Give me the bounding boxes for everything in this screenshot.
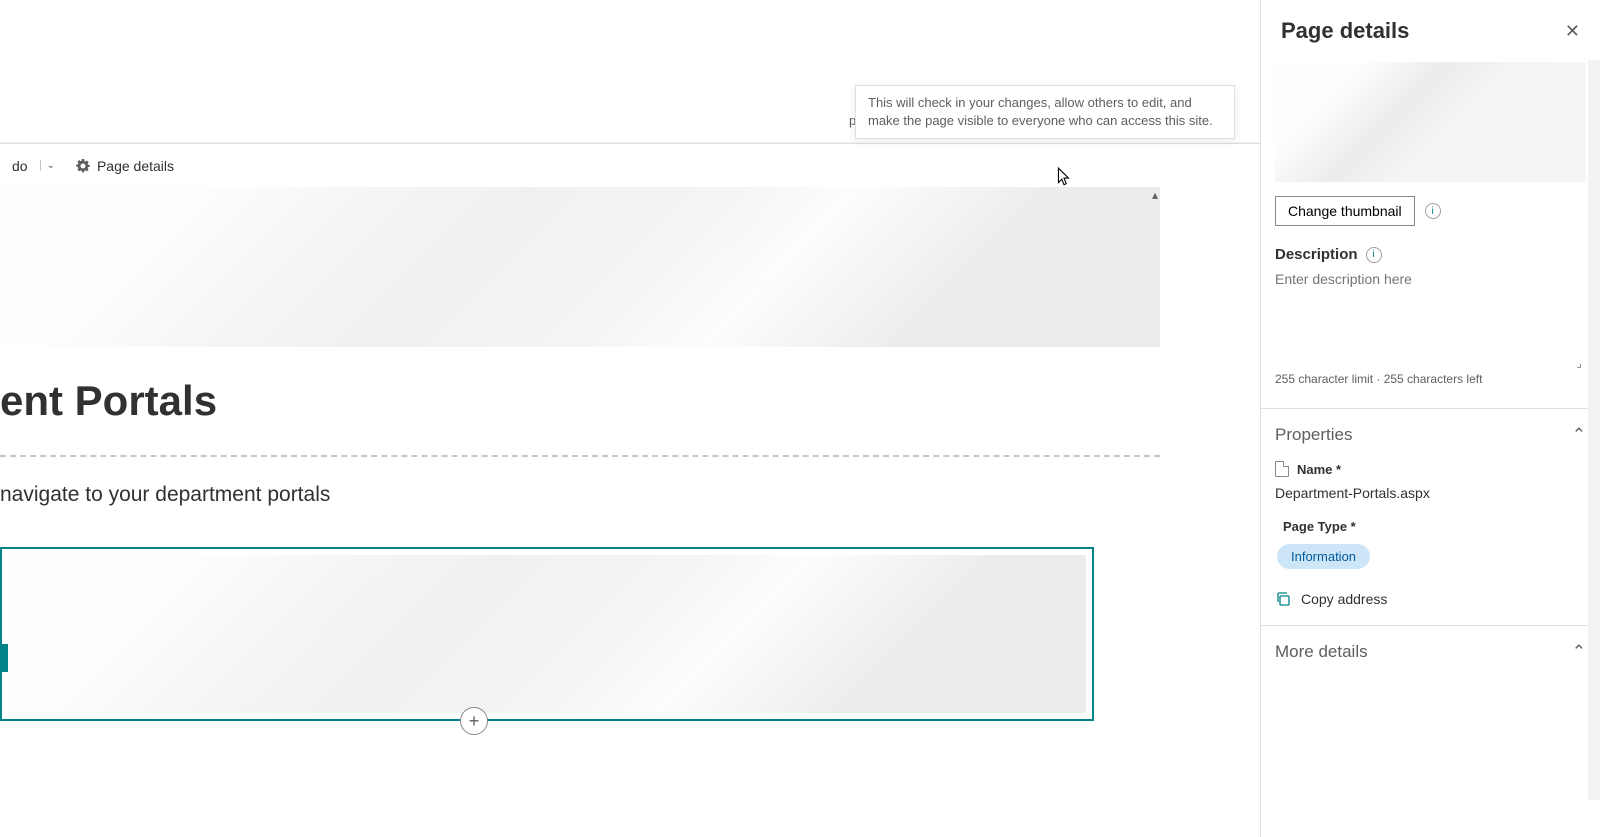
more-details-label: More details <box>1275 642 1368 662</box>
gear-icon <box>75 158 91 174</box>
copy-icon <box>1275 591 1291 607</box>
section-separator <box>0 455 1160 457</box>
page-title[interactable]: ent Portals <box>0 377 1160 425</box>
copy-address-label: Copy address <box>1301 591 1387 607</box>
panel-scrollbar[interactable] <box>1588 60 1600 800</box>
chevron-up-icon: ⌃ <box>1572 642 1586 662</box>
webpart-image[interactable] <box>8 555 1086 713</box>
chevron-up-icon: ⌃ <box>1572 425 1586 445</box>
tooltip-text: This will check in your changes, allow o… <box>868 95 1213 128</box>
page-type-label: Page Type * <box>1275 519 1586 534</box>
add-webpart-button[interactable]: + <box>460 707 488 735</box>
undo-fragment[interactable]: do <box>12 158 28 174</box>
page-type-pill[interactable]: Information <box>1277 544 1370 569</box>
panel-title: Page details <box>1281 18 1409 44</box>
description-input[interactable] <box>1275 271 1586 361</box>
document-icon <box>1275 461 1289 477</box>
page-subtitle[interactable]: navigate to your department portals <box>0 483 1160 507</box>
webpart-handle[interactable] <box>0 644 8 672</box>
name-label: Name * <box>1297 462 1341 477</box>
copy-address-button[interactable]: Copy address <box>1275 585 1586 607</box>
publish-tooltip: This will check in your changes, allow o… <box>855 85 1235 139</box>
properties-label: Properties <box>1275 425 1352 445</box>
more-details-section-header[interactable]: More details ⌃ <box>1261 626 1600 678</box>
info-icon[interactable]: i <box>1425 203 1441 219</box>
scroll-up-arrow-icon[interactable]: ▴ <box>1152 188 1158 202</box>
page-details-panel: Page details ✕ Change thumbnail i Descri… <box>1260 0 1600 837</box>
properties-section-header[interactable]: Properties ⌃ <box>1261 409 1600 461</box>
thumbnail-preview <box>1275 62 1586 182</box>
description-label: Description <box>1275 246 1358 263</box>
page-details-label: Page details <box>97 158 174 174</box>
change-thumbnail-button[interactable]: Change thumbnail <box>1275 196 1415 226</box>
page-details-command[interactable]: Page details <box>69 154 180 178</box>
info-icon[interactable]: i <box>1366 247 1382 263</box>
page-canvas: ent Portals navigate to your department … <box>0 187 1160 837</box>
close-icon[interactable]: ✕ <box>1565 21 1580 42</box>
name-value[interactable]: Department-Portals.aspx <box>1275 477 1586 519</box>
cursor-icon <box>1056 167 1072 187</box>
description-char-limit: 255 character limit · 255 characters lef… <box>1275 370 1586 402</box>
selected-webpart[interactable]: + <box>0 547 1094 721</box>
plus-icon: + <box>469 711 480 732</box>
page-header-image[interactable] <box>0 187 1160 347</box>
chevron-down-icon[interactable]: ⌄ <box>40 160 61 171</box>
